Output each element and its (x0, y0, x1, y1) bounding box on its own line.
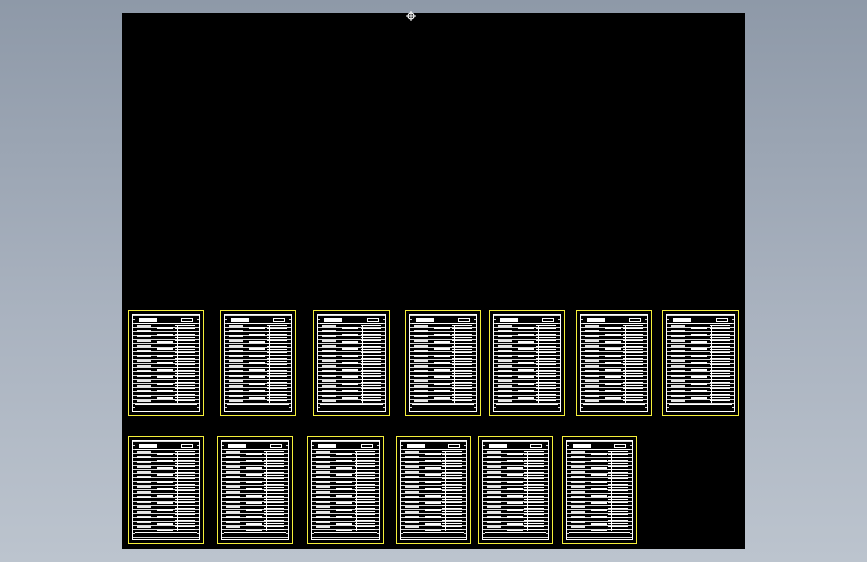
sheet-content (311, 440, 380, 540)
sheet-content (566, 440, 633, 540)
sheet-content (132, 314, 200, 412)
drawing-sheet-1[interactable] (128, 310, 204, 416)
drawing-sheet-4[interactable] (405, 310, 481, 416)
drawing-sheet-6[interactable] (576, 310, 652, 416)
drawing-sheet-9[interactable] (217, 436, 293, 544)
sheet-content (409, 314, 477, 412)
sheet-content (482, 440, 549, 540)
drawing-sheet-3[interactable] (313, 310, 390, 416)
sheet-content (221, 440, 289, 540)
crosshair-cursor-icon (406, 11, 416, 21)
sheet-content (132, 440, 200, 540)
drawing-sheet-5[interactable] (489, 310, 565, 416)
sheet-content (493, 314, 561, 412)
sheet-content (400, 440, 467, 540)
drawing-canvas[interactable] (122, 13, 745, 549)
drawing-sheet-10[interactable] (307, 436, 384, 544)
drawing-sheet-11[interactable] (396, 436, 471, 544)
drawing-sheet-8[interactable] (128, 436, 204, 544)
drawing-sheet-2[interactable] (220, 310, 296, 416)
sheet-content (224, 314, 292, 412)
sheet-content (317, 314, 386, 412)
drawing-sheet-7[interactable] (662, 310, 739, 416)
drawing-sheet-13[interactable] (562, 436, 637, 544)
sheet-content (666, 314, 735, 412)
drawing-sheet-12[interactable] (478, 436, 553, 544)
sheet-content (580, 314, 648, 412)
